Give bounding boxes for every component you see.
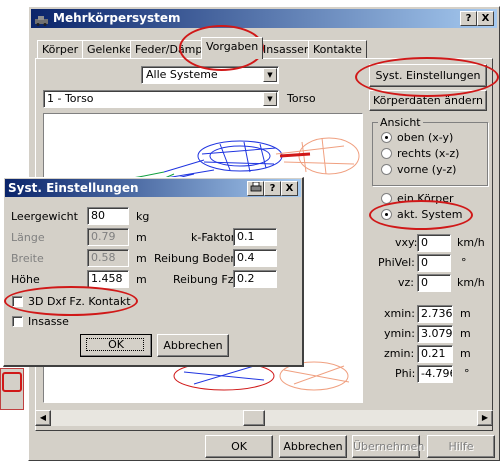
tab-koerper[interactable]: Körper bbox=[37, 40, 84, 58]
close-button[interactable]: X bbox=[477, 11, 494, 26]
scroll-left-button[interactable]: ◀ bbox=[35, 410, 51, 426]
zmin-field[interactable]: 0.21 bbox=[417, 345, 453, 363]
phivel-unit: ° bbox=[461, 256, 467, 269]
vxy-field[interactable]: 0 bbox=[417, 234, 451, 252]
phi-unit: ° bbox=[464, 367, 470, 380]
reibung-boden-label: Reibung Boden: bbox=[154, 252, 242, 265]
vz-label: vz: bbox=[398, 276, 414, 289]
uebernehmen-button[interactable]: Übernehmen bbox=[352, 435, 424, 458]
body-label: Torso bbox=[287, 92, 316, 105]
ok-focus-rect bbox=[86, 338, 144, 351]
leergewicht-label: Leergewicht bbox=[11, 210, 78, 223]
insasse-label[interactable]: Insasse bbox=[28, 315, 69, 328]
breite-unit: m bbox=[136, 252, 147, 265]
vz-unit: km/h bbox=[457, 276, 485, 289]
kfaktor-label: k-Faktor: bbox=[191, 231, 239, 244]
radio-ein-koerper-label[interactable]: ein Körper bbox=[397, 192, 453, 205]
system-select[interactable]: Alle Systeme ▼ bbox=[141, 66, 279, 84]
radio-vorne[interactable] bbox=[381, 164, 392, 175]
hoehe-unit: m bbox=[136, 273, 147, 286]
body-select-value: 1 - Torso bbox=[47, 92, 94, 105]
laenge-label: Länge bbox=[11, 231, 45, 244]
vxy-label: vxy: bbox=[395, 236, 418, 249]
koerperdaten-button[interactable]: Körperdaten ändern bbox=[369, 90, 487, 111]
reibung-boden-field[interactable]: 0.4 bbox=[233, 249, 277, 267]
insasse-checkbox[interactable] bbox=[12, 316, 23, 327]
tab-gelenke[interactable]: Gelenke bbox=[82, 40, 137, 58]
laenge-unit: m bbox=[136, 231, 147, 244]
radio-akt-system[interactable] bbox=[381, 209, 392, 220]
phi-label: Phi: bbox=[395, 367, 416, 380]
printer-icon[interactable] bbox=[247, 181, 264, 196]
phi-field[interactable]: -4.796 bbox=[417, 365, 453, 383]
zmin-unit: m bbox=[460, 347, 471, 360]
radio-rechts[interactable] bbox=[381, 148, 392, 159]
radio-ein-koerper[interactable] bbox=[381, 193, 392, 204]
vz-field[interactable]: 0 bbox=[417, 274, 451, 292]
help-button[interactable]: ? bbox=[264, 181, 281, 196]
xmin-unit: m bbox=[460, 307, 471, 320]
horizontal-scrollbar[interactable]: ◀ ▶ bbox=[35, 410, 493, 426]
hoehe-field[interactable]: 1.458 bbox=[87, 270, 129, 288]
radio-oben-label[interactable]: oben (x-y) bbox=[397, 131, 453, 144]
zmin-label: zmin: bbox=[384, 347, 415, 360]
hilfe-button[interactable]: Hilfe bbox=[427, 435, 495, 458]
close-button[interactable]: X bbox=[281, 181, 298, 196]
main-titlebar[interactable]: Mehrkörpersystem ? X bbox=[31, 9, 497, 28]
syst-einstellungen-dialog: Syst. Einstellungen ? X Leergewicht 80 k… bbox=[3, 177, 304, 367]
ok-button[interactable]: OK bbox=[205, 435, 273, 458]
ymin-unit: m bbox=[460, 327, 471, 340]
kfaktor-field[interactable]: 0.1 bbox=[233, 228, 277, 246]
window-title: Mehrkörpersystem bbox=[53, 11, 181, 25]
breite-label: Breite bbox=[11, 252, 44, 265]
phivel-label: PhiVel: bbox=[378, 256, 415, 269]
sub-abbrechen-button[interactable]: Abbrechen bbox=[157, 334, 229, 357]
hoehe-label: Höhe bbox=[11, 273, 40, 286]
leergewicht-field[interactable]: 80 bbox=[87, 207, 129, 225]
radio-vorne-label[interactable]: vorne (y-z) bbox=[397, 163, 456, 176]
body-select[interactable]: 1 - Torso ▼ bbox=[43, 90, 279, 108]
reibung-fz-label: Reibung Fz.: bbox=[173, 273, 241, 286]
car-icon bbox=[34, 13, 49, 26]
phivel-field[interactable]: 0 bbox=[417, 254, 451, 272]
ymin-field[interactable]: 3.079 bbox=[417, 325, 453, 343]
tab-vorgaben[interactable]: Vorgaben bbox=[201, 37, 264, 59]
abbrechen-button[interactable]: Abbrechen bbox=[279, 435, 347, 458]
syst-einstellungen-button[interactable]: Syst. Einstellungen bbox=[369, 64, 487, 87]
scroll-right-button[interactable]: ▶ bbox=[477, 410, 493, 426]
red-annotation-fragment bbox=[2, 372, 22, 392]
ymin-label: ymin: bbox=[384, 327, 415, 340]
scroll-thumb[interactable] bbox=[243, 410, 265, 426]
help-button[interactable]: ? bbox=[460, 11, 477, 26]
radio-oben[interactable] bbox=[381, 132, 392, 143]
chevron-down-icon[interactable]: ▼ bbox=[263, 92, 277, 106]
chevron-down-icon[interactable]: ▼ bbox=[263, 68, 277, 82]
dxf-kontakt-checkbox[interactable] bbox=[12, 296, 23, 307]
xmin-label: xmin: bbox=[384, 307, 415, 320]
system-select-value: Alle Systeme bbox=[146, 68, 218, 81]
radio-akt-system-label[interactable]: akt. System bbox=[397, 208, 462, 221]
laenge-field: 0.79 bbox=[87, 228, 129, 246]
reibung-fz-field[interactable]: 0.2 bbox=[233, 270, 277, 288]
xmin-field[interactable]: 2.736 bbox=[417, 305, 453, 323]
vxy-unit: km/h bbox=[457, 236, 485, 249]
leergewicht-unit: kg bbox=[136, 210, 150, 223]
dxf-kontakt-label[interactable]: 3D Dxf Fz. Kontakt bbox=[28, 295, 131, 308]
sub-titlebar[interactable]: Syst. Einstellungen ? X bbox=[5, 179, 301, 197]
breite-field: 0.58 bbox=[87, 249, 129, 267]
radio-rechts-label[interactable]: rechts (x-z) bbox=[397, 147, 459, 160]
ansicht-legend: Ansicht bbox=[378, 116, 423, 129]
sub-dialog-title: Syst. Einstellungen bbox=[8, 181, 139, 195]
tab-kontakte[interactable]: Kontakte bbox=[308, 40, 367, 58]
